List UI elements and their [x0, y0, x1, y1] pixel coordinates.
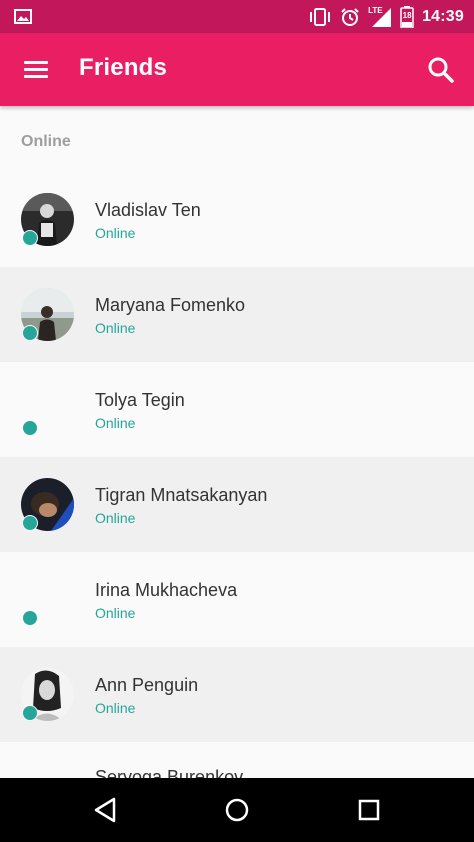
friend-name: Tigran Mnatsakanyan — [95, 485, 268, 505]
image-icon — [14, 9, 32, 24]
home-icon — [225, 798, 249, 822]
friend-status: Online — [95, 700, 136, 716]
alarm-icon — [341, 7, 359, 26]
friend-row[interactable]: Irina Mukhacheva Online — [0, 552, 474, 647]
friend-status: Online — [95, 605, 136, 621]
friend-status: Online — [95, 320, 136, 336]
friend-row[interactable]: Tigran Mnatsakanyan Online — [0, 457, 474, 552]
friend-row[interactable]: Tolya Tegin Online — [0, 362, 474, 457]
back-icon — [94, 797, 116, 823]
signal-indicator: LTE — [368, 6, 392, 28]
friend-name: Tolya Tegin — [95, 390, 185, 410]
battery-level: 18 — [402, 10, 412, 20]
nav-bar — [0, 778, 474, 842]
recents-icon — [358, 799, 380, 821]
friend-status: Online — [95, 225, 136, 241]
vibrate-icon — [310, 7, 331, 26]
page-title: Friends — [79, 54, 168, 81]
online-indicator — [22, 705, 38, 721]
online-indicator — [22, 230, 38, 246]
online-indicator — [22, 515, 38, 531]
home-button[interactable] — [223, 796, 251, 824]
friend-status: Online — [95, 415, 136, 431]
battery-indicator: 18 — [400, 5, 414, 28]
online-indicator — [22, 420, 38, 436]
friend-status: Online — [95, 510, 136, 526]
friend-row[interactable]: Ann Penguin Online — [0, 647, 474, 742]
friend-name: Vladislav Ten — [95, 200, 201, 220]
signal-icon — [372, 7, 392, 27]
online-indicator — [22, 325, 38, 341]
friend-name: Maryana Fomenko — [95, 295, 246, 315]
back-button[interactable] — [92, 796, 120, 824]
clock: 14:39 — [422, 7, 464, 25]
search-icon — [428, 57, 454, 83]
online-indicator — [22, 610, 38, 626]
friends-list: Vladislav Ten Online Maryana Fomenko Onl… — [0, 172, 474, 742]
friend-name: Ann Penguin — [95, 675, 199, 695]
friend-name: Irina Mukhacheva — [95, 580, 238, 600]
section-header: Online — [21, 133, 71, 150]
status-bar: LTE 18 14:39 — [0, 0, 474, 33]
search-button[interactable] — [426, 55, 456, 85]
menu-button[interactable] — [22, 56, 50, 84]
friend-row[interactable]: Maryana Fomenko Online — [0, 267, 474, 362]
recents-button[interactable] — [355, 796, 383, 824]
app-bar: Friends — [0, 33, 474, 106]
friend-row[interactable]: Vladislav Ten Online — [0, 172, 474, 267]
